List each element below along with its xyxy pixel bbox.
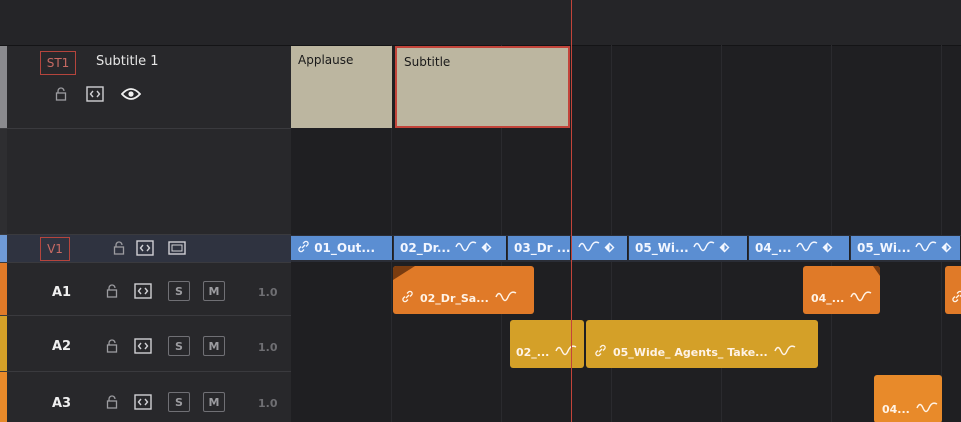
audio-waveform-icon	[795, 237, 818, 261]
link-icon	[594, 344, 607, 360]
audio-clip-label: 02_...	[516, 346, 550, 359]
empty-track-edge	[0, 129, 7, 234]
video-clip-label: 05_Wi...	[857, 241, 911, 255]
video-clip[interactable]: 05_Wi...	[851, 236, 961, 260]
video-auto-select-icon[interactable]	[134, 238, 156, 258]
audio-waveform-icon	[915, 237, 937, 261]
video-output-monitor-icon[interactable]	[166, 238, 188, 258]
video-clip[interactable]	[572, 236, 628, 260]
keyframe-diamond-icon	[822, 237, 833, 261]
audio-a2-auto-select-icon[interactable]	[132, 336, 154, 356]
video-clip[interactable]: 03_Dr ...	[508, 236, 571, 260]
subtitle-clip-selected[interactable]: Subtitle	[395, 46, 570, 128]
video-clip[interactable]: 04_...	[749, 236, 850, 260]
audio-a2-edge	[0, 316, 7, 371]
audio-a1-solo-button[interactable]: S	[168, 281, 190, 301]
keyframe-diamond-icon	[941, 237, 952, 261]
link-icon	[297, 237, 310, 261]
gridline	[831, 45, 832, 422]
audio-a1-lock-icon[interactable]	[101, 281, 123, 301]
track-headers: ST1 Subtitle 1 V1 A1 S M 1.0 A2 S M 1.0 …	[0, 0, 292, 422]
playhead[interactable]	[571, 0, 572, 422]
audio-waveform-icon	[774, 344, 796, 360]
video-clip-label: 01_Out...	[314, 241, 376, 255]
gridline	[941, 45, 942, 422]
timecode-ruler[interactable]	[291, 0, 961, 46]
keyframe-diamond-icon	[481, 237, 492, 261]
keyframe-diamond-icon	[604, 237, 615, 261]
video-track-id[interactable]: V1	[40, 237, 70, 261]
audio-waveform-icon	[578, 237, 600, 261]
link-icon	[401, 290, 414, 306]
audio-a1-label[interactable]: A1	[52, 285, 71, 300]
subtitle-lock-icon[interactable]	[50, 84, 72, 104]
audio-a3-solo-button[interactable]: S	[168, 392, 190, 412]
audio-clip[interactable]: 02_...	[510, 320, 584, 368]
audio-a2-label[interactable]: A2	[52, 339, 71, 354]
fade-handle	[873, 266, 880, 276]
audio-a3-gain: 1.0	[258, 397, 278, 410]
audio-clip[interactable]: 05_Wide_ Agents_ Take...	[586, 320, 818, 368]
audio-a3-label[interactable]: A3	[52, 396, 71, 411]
subtitle-clip-label: Subtitle	[404, 55, 451, 69]
video-clip-label: 04_...	[755, 241, 792, 255]
video-track-edge	[0, 235, 7, 262]
subtitle-auto-select-icon[interactable]	[84, 84, 106, 104]
audio-waveform-icon	[916, 402, 938, 417]
audio-a3-lock-icon[interactable]	[101, 392, 123, 412]
audio-a1-gain: 1.0	[258, 286, 278, 299]
audio-waveform-icon	[495, 290, 517, 306]
video-clip-label: 05_Wi...	[635, 241, 689, 255]
subtitle-clip-applause[interactable]: Applause	[291, 46, 392, 128]
audio-clip[interactable]: 02_Dr_Sa...	[393, 266, 534, 314]
audio-clip[interactable]	[945, 266, 961, 314]
video-clip[interactable]: 01_Out...	[291, 236, 393, 260]
audio-a3-edge	[0, 372, 7, 422]
ruler-header-spacer	[0, 0, 291, 46]
audio-waveform-icon	[693, 237, 715, 261]
keyframe-diamond-icon	[719, 237, 730, 261]
video-clip-label: 03_Dr ...	[514, 241, 571, 255]
subtitle-track-id[interactable]: ST1	[40, 51, 76, 75]
audio-a2-mute-button[interactable]: M	[203, 336, 225, 356]
video-clip-label: 02_Dr...	[400, 241, 451, 255]
audio-clip[interactable]: 04...	[874, 375, 942, 422]
audio-waveform-icon	[850, 291, 872, 306]
audio-clip-label: 04_...	[811, 292, 845, 305]
video-clip[interactable]: 02_Dr...	[394, 236, 507, 260]
audio-a1-edge	[0, 263, 7, 315]
audio-waveform-icon	[455, 237, 477, 261]
audio-a1-mute-button[interactable]: M	[203, 281, 225, 301]
subtitle-clip-label: Applause	[298, 53, 354, 67]
timeline-editor: ST1 Subtitle 1 V1 A1 S M 1.0 A2 S M 1.0 …	[0, 0, 961, 422]
video-clip[interactable]: 05_Wi...	[629, 236, 748, 260]
link-icon	[951, 290, 961, 306]
audio-clip-label: 04...	[882, 403, 910, 416]
audio-clip-label: 02_Dr_Sa...	[420, 291, 489, 305]
audio-waveform-icon	[555, 345, 577, 360]
audio-a2-solo-button[interactable]: S	[168, 336, 190, 356]
audio-clip[interactable]: 04_...	[803, 266, 880, 314]
subtitle-track-name[interactable]: Subtitle 1	[96, 54, 159, 69]
audio-clip-label: 05_Wide_ Agents_ Take...	[613, 345, 768, 359]
audio-a2-gain: 1.0	[258, 341, 278, 354]
subtitle-track-edge	[0, 46, 7, 128]
audio-a1-auto-select-icon[interactable]	[132, 281, 154, 301]
subtitle-visibility-eye-icon[interactable]	[120, 84, 142, 104]
timeline-area[interactable]: Applause Subtitle 01_Out... 02_Dr... 03_…	[291, 0, 961, 422]
audio-a3-auto-select-icon[interactable]	[132, 392, 154, 412]
video-lock-icon[interactable]	[108, 238, 130, 258]
audio-a3-mute-button[interactable]: M	[203, 392, 225, 412]
fade-handle	[393, 266, 415, 280]
audio-a2-lock-icon[interactable]	[101, 336, 123, 356]
